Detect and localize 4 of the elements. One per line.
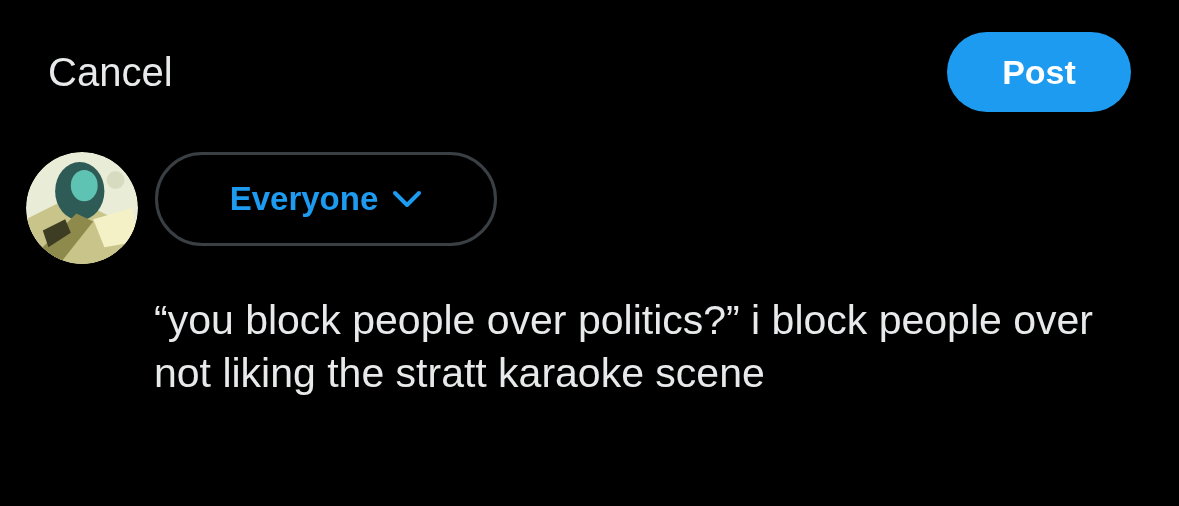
chevron-down-icon [392, 189, 423, 209]
cancel-button[interactable]: Cancel [48, 49, 173, 95]
post-text[interactable]: “you block people over politics?” i block people over not liking the stratt karaoke scene [154, 294, 1129, 400]
audience-selector[interactable]: Everyone [155, 152, 497, 246]
